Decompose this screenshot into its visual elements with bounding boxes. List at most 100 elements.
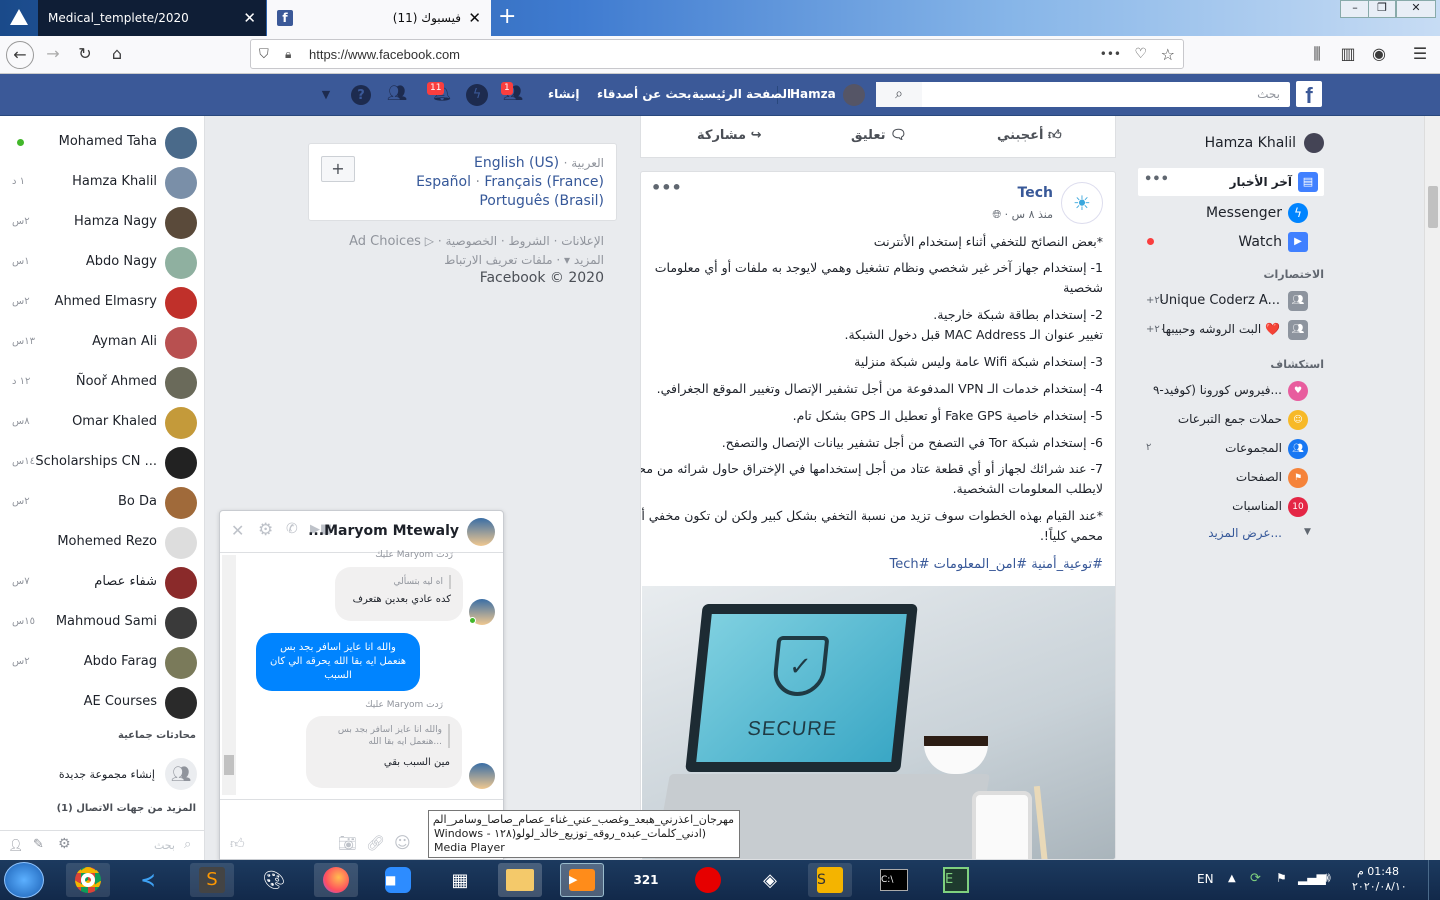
compose-icon[interactable]: ✎ bbox=[33, 837, 44, 852]
page-scrollbar[interactable] bbox=[1424, 116, 1440, 860]
contact-row[interactable]: Ayman Ali ١٣س bbox=[0, 322, 205, 362]
phone-icon[interactable]: ✆ bbox=[286, 521, 298, 537]
contact-row[interactable]: Abdo Nagy ١س bbox=[0, 242, 205, 282]
contact-row[interactable]: Mohamed Taha bbox=[0, 122, 205, 162]
like-button[interactable]: أعجبني 👍︎ bbox=[997, 128, 1062, 143]
contact-row[interactable]: Hamza Nagy ٢س bbox=[0, 202, 205, 242]
nav-news-feed[interactable]: ••• آخر الأخبار ▤ bbox=[1138, 168, 1324, 196]
thumbs-up-icon[interactable]: 👍︎ bbox=[230, 835, 245, 852]
volume-icon[interactable]: 🔊︎ bbox=[1322, 870, 1331, 886]
vodafone-icon[interactable] bbox=[686, 863, 730, 897]
quick-help-icon[interactable]: 👥︎ bbox=[385, 83, 409, 107]
gear-icon[interactable]: ⚙ bbox=[258, 520, 273, 540]
new-tab-button[interactable]: + bbox=[498, 4, 516, 29]
facebook-logo-icon[interactable]: f bbox=[1296, 81, 1322, 108]
close-icon[interactable]: ✕ bbox=[231, 521, 244, 540]
tab-medical-template[interactable]: Medical_templete/2020 ✕ bbox=[38, 0, 266, 36]
add-friends-icon[interactable]: 👤︎ bbox=[8, 838, 23, 852]
firefox-icon[interactable] bbox=[314, 863, 358, 897]
search-input[interactable]: بحث ⌕ bbox=[876, 82, 1290, 107]
nav-user[interactable]: Hamza Khalil bbox=[1128, 130, 1324, 156]
page-name[interactable]: Tech bbox=[1018, 185, 1053, 201]
cookies-link[interactable]: ملفات تعريف الارتباط bbox=[444, 253, 552, 267]
help-icon[interactable]: ? bbox=[351, 85, 371, 105]
create-link[interactable]: إنشاء bbox=[548, 87, 579, 101]
profile-link[interactable]: Hamza bbox=[790, 87, 836, 101]
reload-button[interactable]: ↻ bbox=[74, 44, 96, 63]
explore-item[interactable]: ٢ المجموعات 👥︎ bbox=[1128, 438, 1324, 462]
zoom-icon[interactable]: ■ bbox=[376, 863, 420, 897]
start-button[interactable] bbox=[4, 862, 44, 898]
sublime-text-icon[interactable]: S bbox=[808, 863, 852, 897]
url-bar[interactable]: ⛉ 🔒︎ https://www.facebook.com ••• ♡ ☆ bbox=[250, 39, 1184, 69]
search-icon[interactable]: ⌕ bbox=[876, 82, 922, 107]
sublime-icon[interactable]: S bbox=[190, 863, 234, 897]
post-time[interactable]: منذ ٨ س bbox=[1012, 208, 1053, 221]
add-language-button[interactable]: + bbox=[321, 156, 355, 182]
file-explorer-icon[interactable] bbox=[498, 863, 542, 897]
camera-icon[interactable]: 📷︎ bbox=[338, 834, 357, 852]
ads-link[interactable]: الإعلانات bbox=[561, 234, 604, 248]
contact-row[interactable]: شفاء عصام ٧س bbox=[0, 562, 205, 602]
editor-icon[interactable]: E bbox=[934, 863, 978, 897]
back-button[interactable]: ← bbox=[6, 41, 34, 69]
language-link-spanish[interactable]: Español bbox=[416, 174, 471, 190]
hashtags[interactable]: #توعية_أمنية #امن_المعلومات #Tech bbox=[890, 557, 1103, 572]
shortcut-item-2[interactable]: +٢٠ البت الروشه وحبيبها ❤️ 👥︎ bbox=[1128, 319, 1324, 343]
nav-messenger[interactable]: Messenger ϟ bbox=[1128, 202, 1324, 226]
shortcut-item-1[interactable]: +٢٠ Unique Coderz A... 👥︎ bbox=[1128, 290, 1324, 314]
tab-facebook[interactable]: f (11) فيسبوك ✕ bbox=[267, 0, 491, 36]
sync-icon[interactable]: ⟳ bbox=[1250, 871, 1261, 886]
close-icon[interactable]: ✕ bbox=[468, 9, 481, 27]
contact-row[interactable]: Abdo Farag ٢س bbox=[0, 642, 205, 682]
explore-item[interactable]: المناسبات 10 bbox=[1128, 496, 1324, 520]
find-friends-link[interactable]: بحث عن أصدقاء bbox=[597, 87, 691, 101]
vscode-icon[interactable]: ≺ bbox=[126, 863, 170, 897]
messenger-icon[interactable]: ϟ bbox=[466, 84, 488, 106]
clock[interactable]: 01:48 م ٢٠٢٠/٠٨/١٠ bbox=[1352, 864, 1407, 894]
contact-row[interactable]: Ñooř Ahmed ١٢ د bbox=[0, 362, 205, 402]
more-options-icon[interactable]: ••• bbox=[1144, 172, 1169, 187]
more-link[interactable]: المزيد bbox=[574, 253, 604, 267]
show-desktop-button[interactable] bbox=[1428, 860, 1440, 900]
contact-row[interactable]: AE Courses bbox=[0, 682, 205, 722]
cmd-icon[interactable]: C:\ bbox=[872, 863, 916, 897]
media-player-321-icon[interactable]: 321 bbox=[624, 863, 668, 897]
language-link-portuguese[interactable]: Português (Brasil) bbox=[479, 193, 604, 209]
minimize-button[interactable]: – bbox=[1340, 0, 1370, 18]
home-link[interactable]: الصفحة الرئيسية bbox=[692, 87, 791, 101]
media-player-icon[interactable]: ▶ bbox=[560, 863, 604, 897]
chat-title[interactable]: Maryom Mtewaly... bbox=[308, 523, 459, 539]
account-icon[interactable]: ◉ bbox=[1368, 44, 1390, 63]
pocket-icon[interactable]: ♡ bbox=[1134, 46, 1147, 62]
comment-button[interactable]: تعليق 🗨︎ bbox=[851, 128, 907, 143]
close-window-button[interactable]: ✕ bbox=[1396, 0, 1436, 18]
close-icon[interactable]: ✕ bbox=[243, 9, 256, 27]
more-contacts-link[interactable]: المزيد من جهات الاتصال (1) bbox=[57, 803, 196, 814]
home-icon[interactable]: ⌂ bbox=[106, 44, 128, 63]
explore-item[interactable]: حملات جمع التبرعات ☺ bbox=[1128, 409, 1324, 433]
chrome-icon[interactable] bbox=[66, 863, 110, 897]
contact-row[interactable]: Ahmed Elmasry ٢س bbox=[0, 282, 205, 322]
see-more-link[interactable]: ▼ عرض المزيد... bbox=[1128, 524, 1324, 544]
explore-item[interactable]: فيروس كورونا (كوفيد-٩... ♥ bbox=[1128, 380, 1324, 404]
show-hidden-icons-icon[interactable]: ▲ bbox=[1228, 873, 1236, 884]
gear-icon[interactable]: ⚙ bbox=[58, 836, 71, 852]
language-indicator[interactable]: EN bbox=[1197, 872, 1214, 886]
nav-watch[interactable]: Watch ▶ bbox=[1128, 231, 1324, 255]
forward-button[interactable]: → bbox=[42, 44, 64, 63]
privacy-link[interactable]: الخصوصية bbox=[445, 234, 497, 248]
page-avatar[interactable]: ☀ bbox=[1061, 182, 1103, 224]
page-actions-button[interactable]: ••• bbox=[1100, 47, 1121, 61]
explore-item[interactable]: الصفحات ⚑ bbox=[1128, 467, 1324, 491]
terms-link[interactable]: الشروط bbox=[509, 234, 550, 248]
attach-icon[interactable]: 🔗︎ bbox=[366, 834, 385, 852]
menu-icon[interactable]: ☰ bbox=[1409, 44, 1431, 63]
contact-row[interactable]: Mohemed Rezo bbox=[0, 522, 205, 562]
contact-row[interactable]: Omar Khaled ٨س bbox=[0, 402, 205, 442]
bluestacks-icon[interactable]: ◈ bbox=[748, 863, 792, 897]
account-menu-chevron-down-icon[interactable]: ▼ bbox=[314, 88, 338, 112]
new-group-button[interactable]: إنشاء مجموعة جديدة 👥︎ bbox=[0, 756, 205, 792]
contact-row[interactable]: Scholarships CN ... ١٤س bbox=[0, 442, 205, 482]
contact-row[interactable]: Bo Da ٢س bbox=[0, 482, 205, 522]
